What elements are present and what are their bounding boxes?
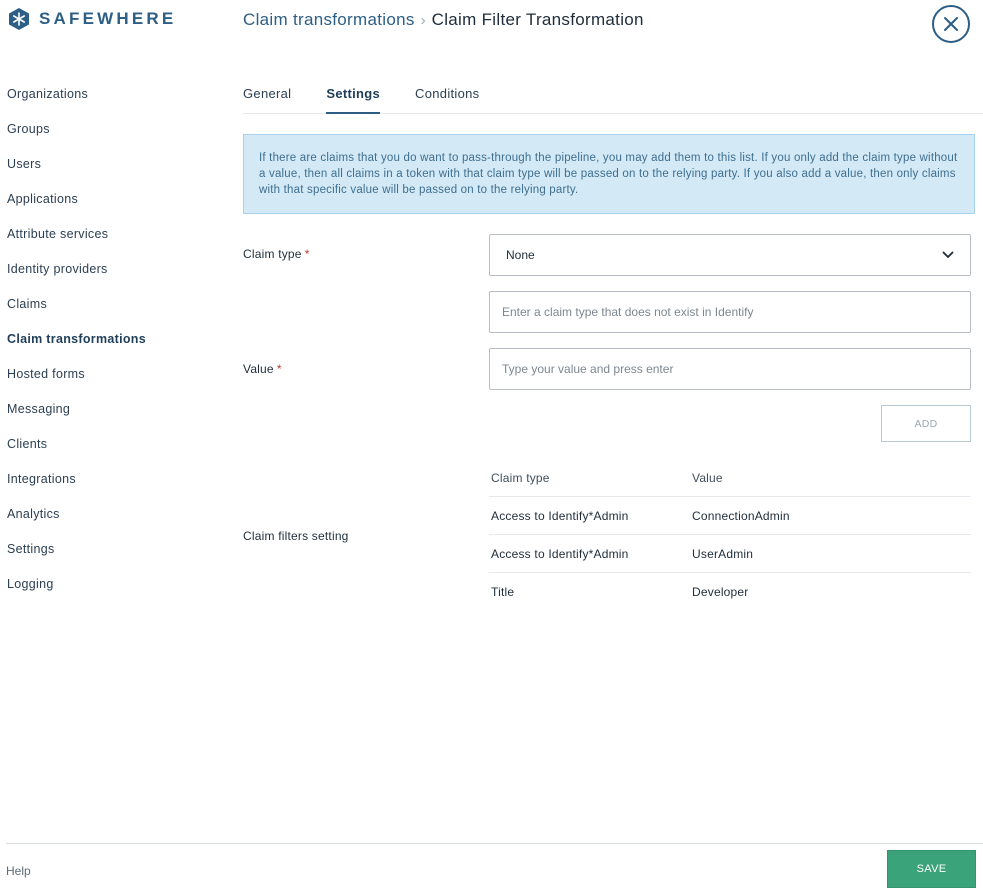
- sidebar-item-claim-transformations[interactable]: Claim transformations: [7, 321, 227, 356]
- cell-claim-type: Title: [491, 585, 515, 599]
- sidebar-item-logging[interactable]: Logging: [7, 566, 227, 601]
- sidebar-item-claims[interactable]: Claims: [7, 286, 227, 321]
- tab-bar: General Settings Conditions: [243, 76, 983, 114]
- claim-type-label: Claim type *: [243, 247, 310, 261]
- column-header-value: Value: [692, 470, 723, 485]
- sidebar-item-settings[interactable]: Settings: [7, 531, 227, 566]
- cell-claim-type: Access to Identify*Admin: [491, 508, 629, 523]
- close-icon: [944, 17, 958, 31]
- value-label-text: Value: [243, 362, 274, 376]
- sidebar-item-users[interactable]: Users: [7, 146, 227, 181]
- value-label: Value *: [243, 362, 282, 376]
- column-header-claim-type: Claim type: [491, 470, 550, 485]
- sidebar-item-integrations[interactable]: Integrations: [7, 461, 227, 496]
- required-mark: *: [276, 362, 282, 376]
- cell-value: Developer: [692, 585, 749, 599]
- add-button[interactable]: ADD: [881, 405, 971, 442]
- snowflake-hex-icon: [9, 8, 29, 30]
- tab-conditions[interactable]: Conditions: [415, 76, 479, 114]
- info-message: If there are claims that you do want to …: [243, 134, 975, 214]
- required-mark: *: [304, 247, 310, 261]
- page-title: Claim Filter Transformation: [431, 10, 644, 29]
- claim-filters-label: Claim filters setting: [243, 529, 349, 543]
- tab-general[interactable]: General: [243, 76, 291, 114]
- cell-value: ConnectionAdmin: [692, 508, 790, 523]
- cell-claim-type: Access to Identify*Admin: [491, 546, 629, 561]
- chevron-down-icon: [942, 251, 954, 258]
- sidebar-item-clients[interactable]: Clients: [7, 426, 227, 461]
- tab-settings[interactable]: Settings: [326, 76, 381, 114]
- table-header-row: Claim type Value: [489, 459, 971, 497]
- sidebar-item-identity-providers[interactable]: Identity providers: [7, 251, 227, 286]
- sidebar-item-messaging[interactable]: Messaging: [7, 391, 227, 426]
- table-row[interactable]: Access to Identify*Admin UserAdmin: [489, 535, 971, 573]
- value-input[interactable]: [489, 348, 971, 390]
- claim-type-select[interactable]: None: [489, 234, 971, 276]
- breadcrumb-parent-link[interactable]: Claim transformations: [243, 10, 415, 30]
- brand-name: SAFEWHERE: [39, 9, 177, 28]
- table-row[interactable]: Access to Identify*Admin ConnectionAdmin: [489, 497, 971, 535]
- sidebar-item-analytics[interactable]: Analytics: [7, 496, 227, 531]
- brand-logo: SAFEWHERE: [7, 7, 176, 31]
- breadcrumb-separator: ›: [420, 11, 426, 29]
- table-row[interactable]: Title Developer: [489, 573, 971, 611]
- sidebar-item-groups[interactable]: Groups: [7, 111, 227, 146]
- footer-divider: [6, 843, 983, 844]
- sidebar-item-hosted-forms[interactable]: Hosted forms: [7, 356, 227, 391]
- cell-value: UserAdmin: [692, 546, 754, 561]
- custom-claim-type-input[interactable]: [489, 291, 971, 333]
- breadcrumb: Claim transformations › Claim Filter Tra…: [243, 10, 644, 30]
- save-button[interactable]: SAVE: [887, 850, 976, 888]
- sidebar-item-attribute-services[interactable]: Attribute services: [7, 216, 227, 251]
- sidebar-item-applications[interactable]: Applications: [7, 181, 227, 216]
- sidebar-item-organizations[interactable]: Organizations: [7, 76, 227, 111]
- claim-filters-table: Claim type Value Access to Identify*Admi…: [489, 459, 971, 611]
- sidebar: Organizations Groups Users Applications …: [7, 76, 227, 601]
- help-link[interactable]: Help: [6, 864, 31, 878]
- claim-type-label-text: Claim type: [243, 247, 302, 261]
- close-button[interactable]: [932, 5, 970, 43]
- claim-type-selected-value: None: [506, 248, 535, 262]
